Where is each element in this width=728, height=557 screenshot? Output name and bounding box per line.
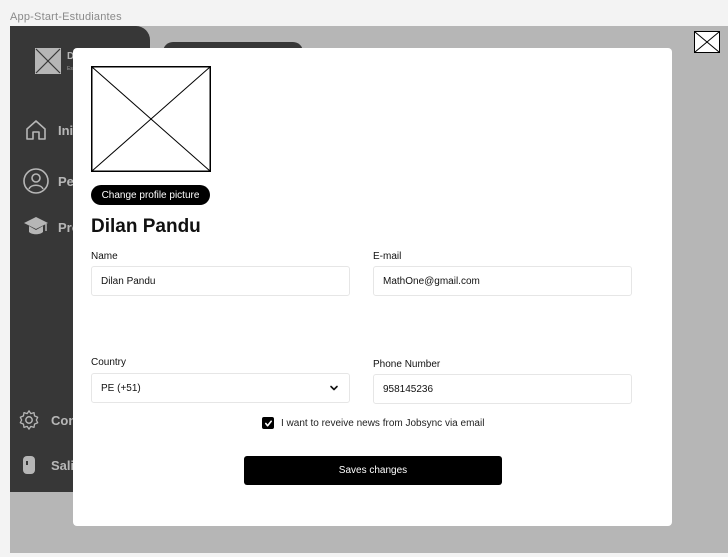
newsletter-label: I want to reveive news from Jobsync via … (281, 417, 485, 429)
image-placeholder-icon (91, 66, 211, 172)
frame-title: App-Start-Estudiantes (10, 11, 122, 23)
phone-label: Phone Number (373, 359, 441, 370)
phone-field-value: 958145236 (383, 383, 434, 395)
newsletter-option[interactable]: I want to reveive news from Jobsync via … (262, 417, 484, 429)
save-changes-button[interactable]: Saves changes (244, 456, 502, 485)
edit-profile-modal: Change profile picture Dilan Pandu Name … (73, 48, 672, 526)
email-field[interactable]: MathOne@gmail.com (373, 266, 632, 296)
phone-field[interactable]: 958145236 (373, 374, 632, 404)
profile-name-heading: Dilan Pandu (91, 216, 201, 237)
change-profile-picture-button[interactable]: Change profile picture (91, 185, 210, 205)
checkmark-icon (264, 419, 272, 427)
country-label: Country (91, 357, 127, 368)
name-field-value: Dilan Pandu (101, 275, 156, 287)
country-select-value: PE (+51) (101, 382, 141, 394)
email-label: E-mail (373, 251, 402, 262)
newsletter-checkbox[interactable] (262, 417, 274, 429)
name-field[interactable]: Dilan Pandu (91, 266, 350, 296)
name-label: Name (91, 251, 118, 262)
email-field-value: MathOne@gmail.com (383, 275, 480, 287)
close-icon[interactable] (694, 31, 720, 53)
country-select[interactable]: PE (+51) (91, 373, 350, 403)
chevron-down-icon (330, 385, 338, 391)
